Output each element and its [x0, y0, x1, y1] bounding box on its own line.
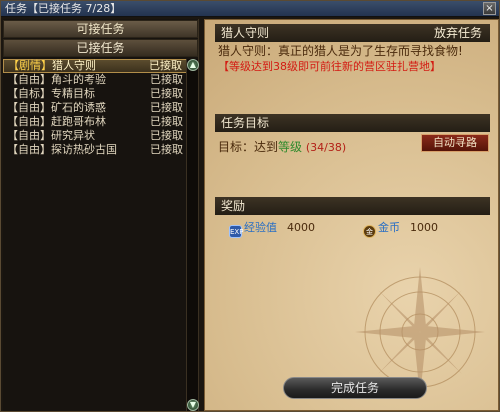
quest-type: 【剧情】 [8, 59, 52, 72]
window-title-bar[interactable]: 任务【已接任务 7/28】 × [1, 1, 499, 17]
scroll-down-arrow-icon[interactable]: ▼ [187, 399, 199, 411]
quest-type: 【自标】 [7, 87, 51, 100]
quest-list-scrollbar[interactable]: ▲ ▼ [186, 59, 199, 411]
quest-type: 【自由】 [7, 73, 51, 86]
quest-row[interactable]: 【剧情】猎人守则 已接取 [3, 59, 187, 73]
quest-window: 任务【已接任务 7/28】 × 可接任务 已接任务 【剧情】猎人守则 已接取 【… [0, 0, 500, 412]
quest-detail-panel: 猎人守则 放弃任务 猎人守则：真正的猎人是为了生存而寻找食物! 【等级达到38级… [204, 19, 499, 411]
window-title: 任务【已接任务 7/28】 [5, 2, 122, 15]
exp-icon: EXP [229, 225, 243, 238]
reward-exp: EXP经验值 4000 [229, 221, 315, 238]
quest-name: 专精目标 [51, 87, 95, 100]
goal-level-link[interactable]: 等级 [278, 140, 302, 154]
quest-name: 角斗的考验 [51, 73, 106, 86]
quest-row[interactable]: 【自由】研究异状 已接取 [3, 129, 187, 143]
goal-header: 任务目标 [215, 114, 490, 132]
quest-status: 已接取 [150, 143, 183, 156]
quest-title: 猎人守则 [221, 26, 270, 40]
tab-accepted-quests[interactable]: 已接任务 [3, 39, 198, 57]
quest-row[interactable]: 【自由】赶跑哥布林 已接取 [3, 115, 187, 129]
goal-prefix: 目标：达到 [218, 140, 279, 154]
goal-progress: (34/38) [305, 141, 347, 154]
quest-list-panel: 可接任务 已接任务 【剧情】猎人守则 已接取 【自由】角斗的考验 已接取 【自标… [3, 19, 199, 411]
quest-row[interactable]: 【自由】角斗的考验 已接取 [3, 73, 187, 87]
scroll-up-arrow-icon[interactable]: ▲ [187, 59, 199, 71]
quest-description: 猎人守则：真正的猎人是为了生存而寻找食物! 【等级达到38级即可前往新的营区驻扎… [218, 44, 496, 74]
quest-row[interactable]: 【自标】专精目标 已接取 [3, 87, 187, 101]
tab-available-quests[interactable]: 可接任务 [3, 20, 198, 38]
quest-list: 【剧情】猎人守则 已接取 【自由】角斗的考验 已接取 【自标】专精目标 已接取 … [3, 59, 187, 157]
quest-description-text: 猎人守则：真正的猎人是为了生存而寻找食物! [218, 44, 463, 58]
quest-warning-text: 【等级达到38级即可前往新的营区驻扎营地】 [218, 60, 441, 73]
quest-status: 已接取 [150, 87, 183, 100]
quest-status: 已接取 [150, 115, 183, 128]
quest-type: 【自由】 [7, 129, 51, 142]
reward-label: 金币 [378, 221, 400, 234]
quest-name: 研究异状 [51, 129, 95, 142]
quest-name: 猎人守则 [52, 59, 96, 72]
reward-label: 经验值 [244, 221, 277, 234]
complete-quest-button[interactable]: 完成任务 [283, 377, 427, 399]
reward-value: 4000 [287, 221, 315, 234]
abandon-quest-button[interactable]: 放弃任务 [434, 24, 482, 42]
reward-header: 奖励 [215, 197, 490, 215]
quest-name: 矿石的诱惑 [51, 101, 106, 114]
reward-value: 1000 [410, 221, 438, 234]
quest-status: 已接取 [149, 59, 182, 72]
quest-goal: 目标：达到等级 (34/38) [218, 138, 346, 155]
quest-type: 【自由】 [7, 143, 51, 156]
quest-row[interactable]: 【自由】探访热砂古国 已接取 [3, 143, 187, 157]
close-button[interactable]: × [483, 2, 496, 15]
reward-gold: 金金币 1000 [363, 221, 438, 238]
quest-name: 探访热砂古国 [51, 143, 117, 156]
quest-status: 已接取 [150, 73, 183, 86]
coin-icon: 金 [363, 225, 376, 238]
quest-type: 【自由】 [7, 115, 51, 128]
quest-title-header: 猎人守则 放弃任务 [215, 24, 490, 42]
quest-name: 赶跑哥布林 [51, 115, 106, 128]
quest-type: 【自由】 [7, 101, 51, 114]
quest-status: 已接取 [150, 101, 183, 114]
auto-pathfind-button[interactable]: 自动寻路 [421, 134, 489, 152]
quest-status: 已接取 [150, 129, 183, 142]
quest-row[interactable]: 【自由】矿石的诱惑 已接取 [3, 101, 187, 115]
